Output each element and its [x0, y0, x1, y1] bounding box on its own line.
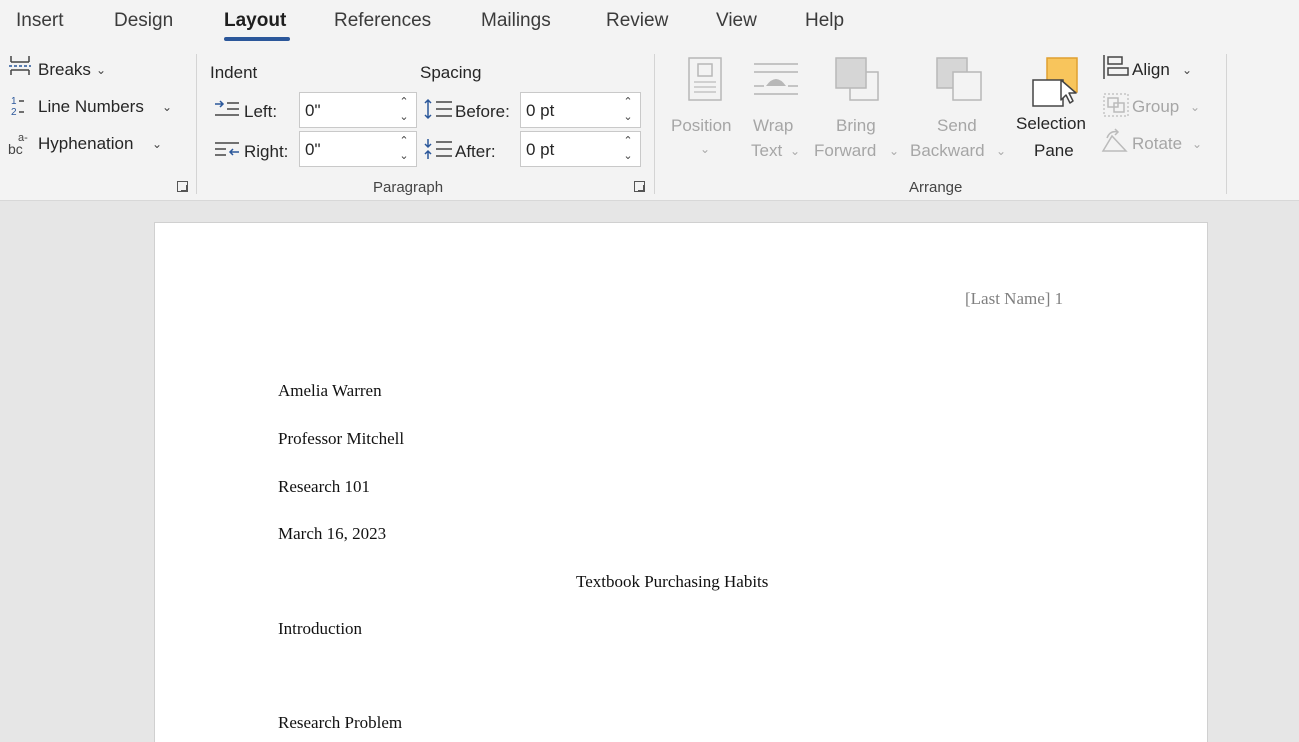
spin-arrows-icon[interactable]: ⌃ ⌄: [622, 134, 634, 164]
spacing-before-spinner[interactable]: 0 pt ⌃ ⌄: [520, 92, 641, 128]
page-setup-dialog-launcher[interactable]: [177, 181, 188, 192]
chevron-down-icon: ⌄: [1182, 63, 1193, 77]
document-title[interactable]: Textbook Purchasing Habits: [576, 572, 768, 592]
bring-forward-label-line1: Bring: [836, 116, 876, 135]
line-numbers-label: Line Numbers: [38, 97, 144, 116]
document-page[interactable]: [Last Name] 1 Amelia Warren Professor Mi…: [154, 222, 1208, 742]
spacing-before-label: Before:: [455, 102, 510, 121]
svg-text:2: 2: [11, 107, 17, 118]
breaks-icon: [9, 56, 31, 75]
tab-design[interactable]: Design: [114, 10, 173, 32]
indent-right-spinner[interactable]: 0" ⌃ ⌄: [299, 131, 417, 167]
paragraph-dialog-launcher[interactable]: [634, 181, 645, 192]
chevron-down-icon: ⌄: [152, 137, 163, 151]
position-icon: [688, 57, 722, 101]
page-header[interactable]: [Last Name] 1: [965, 289, 1063, 309]
chevron-down-icon: ⌄: [1192, 137, 1203, 151]
tab-references[interactable]: References: [334, 10, 431, 32]
wrap-text-label-line1: Wrap: [753, 116, 794, 135]
introduction-heading[interactable]: Introduction: [278, 619, 362, 639]
group-divider: [196, 54, 197, 194]
chevron-down-icon: ⌄: [996, 144, 1007, 158]
indent-right-label: Right:: [244, 142, 289, 161]
spin-arrows-icon[interactable]: ⌃ ⌄: [622, 95, 634, 125]
indent-left-label: Left:: [244, 102, 278, 121]
spin-arrows-icon[interactable]: ⌃ ⌄: [398, 134, 410, 164]
send-backward-label-line1: Send: [937, 116, 977, 135]
send-backward-icon: [936, 57, 982, 101]
ribbon-tab-bar: Insert Design Layout References Mailings…: [0, 0, 1299, 46]
align-icon: [1103, 55, 1129, 79]
line-numbers-icon: 1 2: [11, 96, 24, 118]
position-label: Position: [671, 116, 732, 135]
indent-right-icon: [215, 142, 239, 156]
indent-left-icon: [215, 100, 239, 116]
group-objects-icon: [1103, 93, 1129, 117]
indent-heading: Indent: [210, 63, 258, 82]
chevron-down-icon: ⌄: [96, 63, 107, 77]
wrap-text-label-line2: Text: [751, 141, 783, 160]
group-divider: [1226, 54, 1227, 194]
course-line[interactable]: Research 101: [278, 477, 370, 497]
tab-help[interactable]: Help: [805, 10, 844, 32]
indent-left-spinner[interactable]: 0" ⌃ ⌄: [299, 92, 417, 128]
svg-text:1: 1: [11, 96, 17, 107]
indent-right-value: 0": [305, 140, 321, 159]
spacing-after-spinner[interactable]: 0 pt ⌃ ⌄: [520, 131, 641, 167]
spin-arrows-icon[interactable]: ⌃ ⌄: [398, 95, 410, 125]
spacing-after-label: After:: [455, 142, 496, 161]
selection-pane-label-line1: Selection: [1016, 114, 1086, 133]
tab-insert[interactable]: Insert: [16, 10, 64, 32]
author-line[interactable]: Amelia Warren: [278, 381, 382, 401]
svg-text:bc: bc: [8, 141, 23, 156]
indent-left-value: 0": [305, 101, 321, 120]
wrap-text-icon: [754, 63, 798, 95]
spacing-after-value: 0 pt: [526, 140, 555, 159]
professor-line[interactable]: Professor Mitchell: [278, 429, 404, 449]
arrange-group-label: Arrange: [909, 179, 963, 196]
hyphenation-icon: a- bc: [8, 132, 28, 156]
send-backward-label-line2: Backward: [910, 141, 985, 160]
chevron-down-icon: ⌄: [790, 144, 801, 158]
group-label: Group: [1132, 97, 1180, 116]
chevron-down-icon: ⌄: [162, 100, 173, 114]
tab-review[interactable]: Review: [606, 10, 668, 32]
chevron-down-icon: ⌄: [889, 144, 900, 158]
rotate-icon: [1101, 128, 1128, 152]
spacing-before-icon: [424, 98, 452, 120]
bring-forward-label-line2: Forward: [814, 141, 877, 160]
breaks-label: Breaks: [38, 60, 91, 79]
spacing-heading: Spacing: [420, 63, 482, 82]
spacing-before-value: 0 pt: [526, 101, 555, 120]
ribbon: Breaks ⌄ 1 2 Line Numbers ⌄ a- bc Hyphen…: [0, 46, 1299, 201]
hyphenation-label: Hyphenation: [38, 134, 134, 153]
rotate-label: Rotate: [1132, 134, 1183, 153]
selection-pane-icon: [1032, 57, 1078, 107]
tab-view[interactable]: View: [716, 10, 757, 32]
align-label: Align: [1132, 60, 1170, 79]
chevron-down-icon: ⌄: [1190, 100, 1201, 114]
paragraph-group-label: Paragraph: [373, 179, 444, 196]
bring-forward-icon: [835, 57, 879, 101]
selection-pane-label-line2: Pane: [1034, 141, 1074, 160]
spacing-after-icon: [424, 139, 452, 159]
chevron-down-icon: ⌄: [700, 142, 711, 156]
date-line[interactable]: March 16, 2023: [278, 524, 386, 544]
research-problem-heading[interactable]: Research Problem: [278, 713, 402, 733]
active-tab-indicator: [224, 37, 290, 41]
tab-mailings[interactable]: Mailings: [481, 10, 551, 32]
tab-layout[interactable]: Layout: [224, 10, 286, 32]
group-divider: [654, 54, 655, 194]
